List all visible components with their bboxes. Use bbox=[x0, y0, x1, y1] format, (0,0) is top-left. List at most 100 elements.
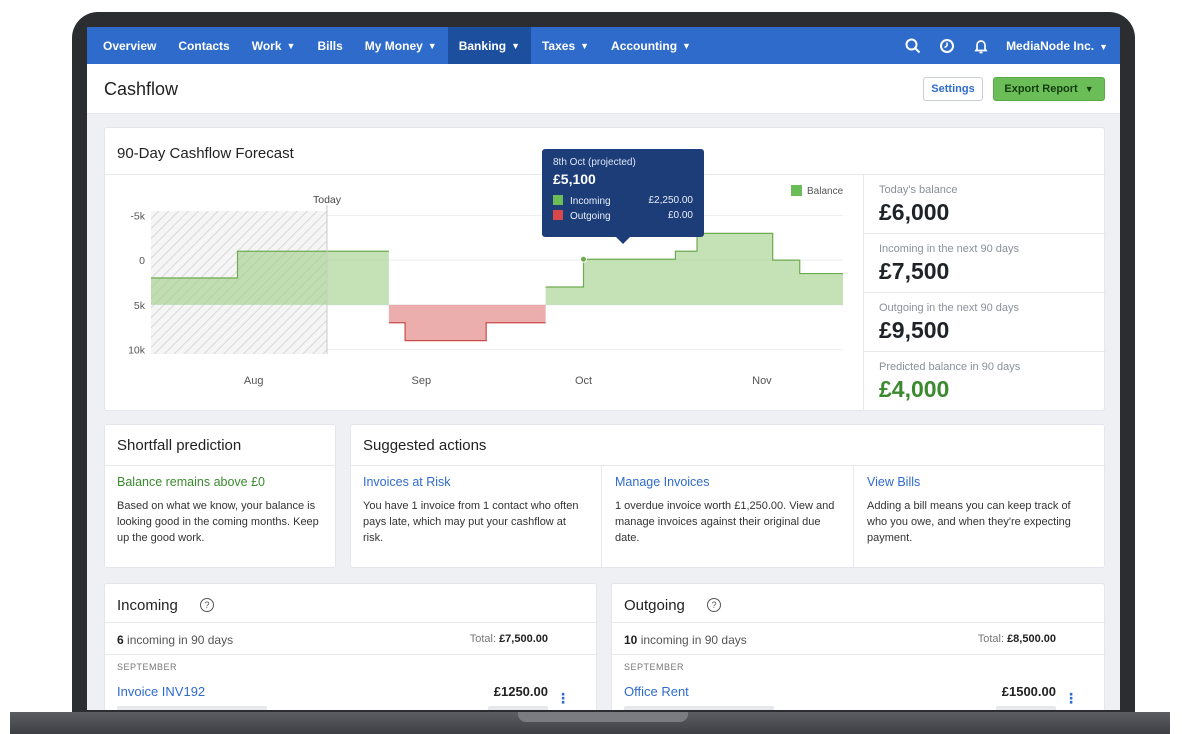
action-text: 1 overdue invoice worth £1,250.00. View … bbox=[615, 500, 835, 544]
nav-taxes[interactable]: Taxes ▼ bbox=[531, 27, 600, 64]
forecast-title: 90-Day Cashflow Forecast bbox=[117, 145, 294, 162]
nav-accounting[interactable]: Accounting ▼ bbox=[600, 27, 702, 64]
nav-label: Overview bbox=[103, 38, 157, 53]
month-heading: SEPTEMBER bbox=[624, 662, 685, 672]
outgoing-count: 10 incoming in 90 days bbox=[624, 633, 747, 647]
x-tick-label: Nov bbox=[752, 375, 772, 387]
placeholder-line bbox=[996, 706, 1056, 710]
hover-point[interactable] bbox=[580, 255, 587, 263]
divider bbox=[853, 466, 854, 568]
total-label: Total: bbox=[469, 633, 496, 645]
org-name: MediaNode Inc. bbox=[1006, 38, 1095, 53]
legend-swatch bbox=[791, 185, 802, 196]
action-invoices-at-risk[interactable]: Invoices at Risk bbox=[363, 475, 451, 489]
nav-label: Work bbox=[251, 38, 282, 53]
incoming-item-name[interactable]: Invoice INV192 bbox=[117, 684, 205, 699]
total-label: Total: bbox=[977, 633, 1004, 645]
divider bbox=[105, 465, 337, 466]
help-icon[interactable]: ? bbox=[200, 598, 214, 612]
tooltip-incoming-value: £2,250.00 bbox=[648, 195, 694, 206]
outgoing-item-name[interactable]: Office Rent bbox=[624, 684, 689, 699]
export-report-button[interactable]: Export Report ▼ bbox=[993, 77, 1105, 101]
outgoing-card: Outgoing ? 10 incoming in 90 days Total:… bbox=[611, 583, 1106, 710]
chevron-down-icon: ▼ bbox=[1084, 84, 1094, 94]
nav-bills[interactable]: Bills bbox=[306, 27, 353, 64]
nav-label: Banking bbox=[458, 38, 507, 53]
y-tick-label: -5k bbox=[130, 210, 145, 222]
shortfall-card: Shortfall prediction Balance remains abo… bbox=[104, 424, 337, 568]
nav-label: Accounting bbox=[611, 38, 678, 53]
search-icon[interactable] bbox=[896, 27, 930, 64]
tooltip-outgoing: Outgoing £0.00 bbox=[553, 210, 693, 222]
help-icon[interactable]: ? bbox=[707, 598, 721, 612]
more-options-icon[interactable]: ⋮ bbox=[1064, 690, 1078, 707]
stat-value: £4,000 bbox=[879, 376, 950, 402]
stat-value: £9,500 bbox=[879, 317, 950, 343]
more-options-icon[interactable]: ⋮ bbox=[556, 690, 570, 707]
stat-outgoing: Outgoing in the next 90 days £9,500 bbox=[864, 293, 1107, 352]
x-tick-label: Aug bbox=[244, 375, 264, 387]
clock-icon[interactable] bbox=[930, 27, 964, 64]
incoming-card: Incoming ? 6 incoming in 90 days Total: … bbox=[104, 583, 598, 710]
outgoing-swatch bbox=[553, 210, 563, 220]
stat-label: Predicted balance in 90 days bbox=[879, 361, 1021, 373]
nav-label: Taxes bbox=[541, 38, 576, 53]
nav-label: My Money bbox=[364, 38, 423, 53]
y-axis: 10k 5k 0 -5k bbox=[128, 210, 146, 356]
shortfall-title: Shortfall prediction bbox=[117, 437, 242, 454]
stat-todays-balance: Today's balance £6,000 bbox=[864, 175, 1107, 234]
incoming-title: Incoming bbox=[117, 597, 178, 614]
count-number: 10 bbox=[624, 633, 638, 647]
laptop-base bbox=[10, 712, 1170, 734]
app-screen: Overview Contacts Work ▼ Bills My Money ▼ … bbox=[87, 27, 1120, 710]
divider bbox=[351, 465, 1106, 466]
today-label: Today bbox=[313, 194, 342, 206]
bell-icon[interactable] bbox=[964, 27, 998, 64]
stat-predicted-balance: Predicted balance in 90 days £4,000 bbox=[864, 352, 1107, 411]
suggested-actions-card: Suggested actions Invoices at Risk You h… bbox=[350, 424, 1106, 568]
divider bbox=[612, 654, 1106, 655]
divider bbox=[612, 622, 1106, 623]
incoming-count: 6 incoming in 90 days bbox=[117, 633, 233, 647]
chevron-down-icon: ▼ bbox=[286, 40, 296, 51]
tooltip-date: 8th Oct (projected) bbox=[553, 157, 636, 168]
nav-label: Contacts bbox=[178, 38, 230, 53]
cashflow-chart[interactable]: Today 10k 5k 0 -5k Aug Sep Oct Nov Balance bbox=[105, 175, 863, 411]
shortfall-status: Balance remains above £0 bbox=[117, 475, 266, 489]
y-tick-label: 10k bbox=[128, 345, 146, 357]
chevron-down-icon: ▼ bbox=[511, 40, 520, 51]
x-tick-label: Sep bbox=[412, 375, 432, 387]
action-view-bills[interactable]: View Bills bbox=[867, 475, 920, 489]
page-title: Cashflow bbox=[104, 79, 179, 99]
nav-label: Bills bbox=[317, 38, 343, 53]
nav-banking[interactable]: Banking ▼ bbox=[447, 27, 531, 64]
x-tick-label: Oct bbox=[575, 375, 592, 387]
x-axis: Aug Sep Oct Nov bbox=[244, 375, 772, 387]
tooltip-amount: £5,100 bbox=[553, 171, 596, 187]
tooltip-outgoing-value: £0.00 bbox=[667, 210, 693, 221]
tooltip-incoming-label: Incoming bbox=[570, 196, 611, 207]
nav-overview[interactable]: Overview bbox=[87, 27, 167, 64]
action-text: You have 1 invoice from 1 contact who of… bbox=[363, 500, 579, 544]
count-text: incoming in 90 days bbox=[127, 633, 234, 647]
suggested-title: Suggested actions bbox=[363, 437, 487, 454]
action-manage-invoices[interactable]: Manage Invoices bbox=[615, 475, 710, 489]
chevron-down-icon: ▼ bbox=[580, 40, 590, 51]
y-tick-label: 5k bbox=[134, 300, 146, 312]
chevron-down-icon: ▼ bbox=[1099, 41, 1108, 52]
legend-label: Balance bbox=[807, 186, 844, 197]
nav-contacts[interactable]: Contacts bbox=[167, 27, 240, 64]
nav-right: MediaNode Inc. ▼ bbox=[896, 27, 1120, 64]
month-heading: SEPTEMBER bbox=[117, 662, 178, 672]
placeholder-line bbox=[488, 706, 548, 710]
nav-my-money[interactable]: My Money ▼ bbox=[354, 27, 448, 64]
total-value: £7,500.00 bbox=[499, 633, 548, 645]
settings-button[interactable]: Settings bbox=[923, 77, 983, 101]
shortfall-text: Based on what we know, your balance is l… bbox=[117, 500, 319, 544]
nav-work[interactable]: Work ▼ bbox=[241, 27, 307, 64]
divider bbox=[105, 654, 598, 655]
placeholder-line bbox=[117, 706, 267, 710]
outgoing-title: Outgoing bbox=[624, 597, 685, 614]
export-label: Export Report bbox=[1004, 83, 1078, 95]
org-switcher[interactable]: MediaNode Inc. ▼ bbox=[998, 39, 1120, 53]
